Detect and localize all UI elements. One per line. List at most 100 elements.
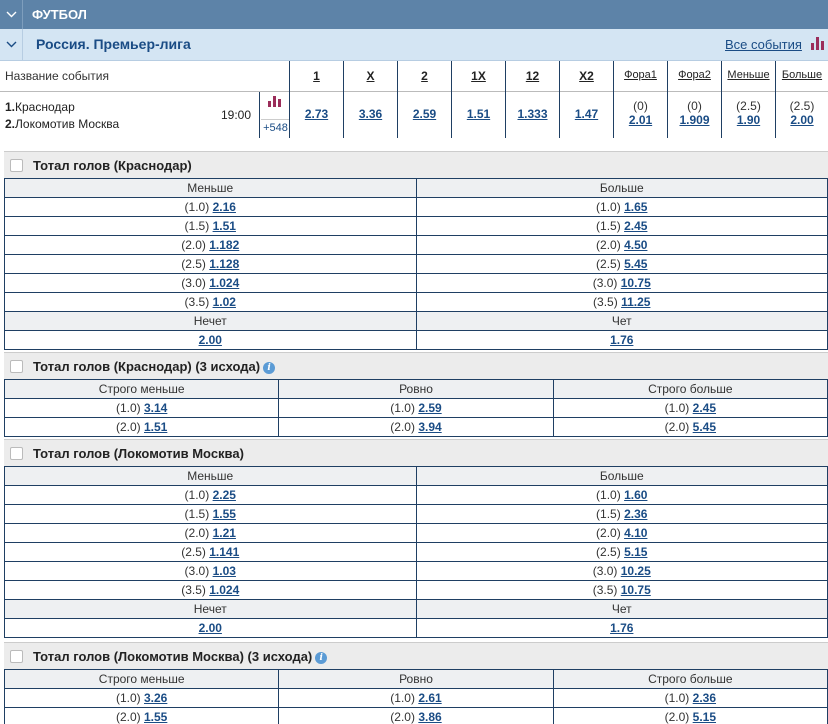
col-2[interactable]: 2 xyxy=(397,61,451,92)
odd-link[interactable]: 1.03 xyxy=(213,564,236,578)
odd-link[interactable]: 2.45 xyxy=(624,219,647,233)
odd-link[interactable]: 2.00 xyxy=(199,621,222,635)
odd-link[interactable]: 1.60 xyxy=(624,488,647,502)
col-1[interactable]: 1 xyxy=(289,61,343,92)
odd-1x[interactable]: 1.51 xyxy=(467,107,490,121)
sport-header[interactable]: ФУТБОЛ xyxy=(0,0,828,29)
market-table: Меньше Больше (1.0) 2.25 (1.0) 1.60 (1.5) … xyxy=(4,466,828,638)
collapse-league-toggle[interactable] xyxy=(0,29,23,60)
odd-link[interactable]: 1.51 xyxy=(213,219,236,233)
column-header-row: Название события 1 X 2 1X 12 X2 Фора1 Фо… xyxy=(0,61,828,92)
odd-link[interactable]: 3.14 xyxy=(144,401,167,415)
odd-link[interactable]: 1.02 xyxy=(213,295,236,309)
odd-link[interactable]: 2.59 xyxy=(418,401,441,415)
odd-link[interactable]: 3.94 xyxy=(418,420,441,434)
odd-link[interactable]: 10.75 xyxy=(621,276,651,290)
odd-fora2[interactable]: 1.909 xyxy=(679,113,709,127)
odd-link[interactable]: 1.76 xyxy=(610,621,633,635)
market-total-team2-3way: Тотал голов (Локомотив Москва) (3 исхода… xyxy=(3,642,828,724)
odd-link[interactable]: 11.25 xyxy=(621,295,650,309)
odd-link[interactable]: 4.50 xyxy=(624,238,647,252)
odd-link[interactable]: 1.55 xyxy=(213,507,236,521)
col-12[interactable]: 12 xyxy=(505,61,559,92)
odd-more[interactable]: 2.00 xyxy=(790,113,813,127)
odd-link[interactable]: 2.16 xyxy=(213,200,236,214)
all-events-link[interactable]: Все события xyxy=(725,37,802,52)
league-header[interactable]: Россия. Премьер-лига Все события xyxy=(0,29,828,61)
market-title: Тотал голов (Локомотив Москва) (3 исхода… xyxy=(33,649,328,664)
market-header[interactable]: Тотал голов (Локомотив Москва) xyxy=(4,439,828,466)
statistics-icon[interactable] xyxy=(811,37,825,50)
odd-link[interactable]: 1.128 xyxy=(209,257,239,271)
market-header[interactable]: Тотал голов (Локомотив Москва) (3 исхода… xyxy=(4,642,828,669)
chevron-down-icon xyxy=(6,11,17,18)
odd-link[interactable]: 2.36 xyxy=(693,691,716,705)
odd-link[interactable]: 3.86 xyxy=(418,710,441,724)
info-icon[interactable]: i xyxy=(263,362,276,374)
odd-link[interactable]: 1.76 xyxy=(610,333,633,347)
odd-less[interactable]: 1.90 xyxy=(737,113,760,127)
odd-link[interactable]: 5.45 xyxy=(624,257,647,271)
market-checkbox[interactable] xyxy=(10,650,23,663)
market-checkbox[interactable] xyxy=(10,447,23,460)
event-row: 1.Краснодар 2.Локомотив Москва 19:00 +54… xyxy=(0,92,828,138)
odd-fora1[interactable]: 2.01 xyxy=(629,113,652,127)
market-checkbox[interactable] xyxy=(10,360,23,373)
odd-2[interactable]: 2.59 xyxy=(413,107,436,121)
market-total-team2: Тотал голов (Локомотив Москва) Меньше Бол… xyxy=(4,439,828,638)
col-1x[interactable]: 1X xyxy=(451,61,505,92)
more-markets-count[interactable]: +548 xyxy=(261,119,290,134)
table-row: (1.5) 1.55 (1.5) 2.36 xyxy=(4,504,828,524)
event-stats-box[interactable]: +548 xyxy=(259,92,290,138)
odd-link[interactable]: 2.61 xyxy=(418,691,441,705)
statistics-icon[interactable] xyxy=(268,96,281,107)
odd-link[interactable]: 2.36 xyxy=(624,507,647,521)
table-row: (1.0) 3.26 (1.0) 2.61 (1.0) 2.36 xyxy=(3,688,828,708)
table-row: (2.0) 1.55 (2.0) 3.86 (2.0) 5.15 xyxy=(3,707,828,724)
odd-link[interactable]: 3.26 xyxy=(144,691,167,705)
chevron-down-icon xyxy=(6,41,17,48)
odd-link[interactable]: 2.45 xyxy=(693,401,716,415)
info-icon[interactable]: i xyxy=(315,652,328,664)
col-x[interactable]: X xyxy=(343,61,397,92)
market-table: Строго меньше Ровно Строго больше (1.0) 3.… xyxy=(3,669,828,724)
col-fora1[interactable]: Фора1 xyxy=(613,61,667,92)
odd-link[interactable]: 10.75 xyxy=(621,583,651,597)
odd-link[interactable]: 1.65 xyxy=(624,200,647,214)
odd-link[interactable]: 5.15 xyxy=(693,710,716,724)
odd-link[interactable]: 5.45 xyxy=(693,420,716,434)
odd-link[interactable]: 1.182 xyxy=(209,238,239,252)
odd-link[interactable]: 1.141 xyxy=(209,545,239,559)
odd-link[interactable]: 1.21 xyxy=(213,526,236,540)
column-label-odd: Нечет xyxy=(4,311,417,331)
league-title: Россия. Премьер-лига xyxy=(36,36,191,52)
collapse-sport-toggle[interactable] xyxy=(0,0,23,29)
odd-link[interactable]: 2.25 xyxy=(213,488,236,502)
event-teams[interactable]: 1.Краснодар 2.Локомотив Москва xyxy=(5,99,119,133)
odd-x[interactable]: 3.36 xyxy=(359,107,382,121)
odd-link[interactable]: 5.15 xyxy=(624,545,647,559)
col-more[interactable]: Больше xyxy=(775,61,828,92)
odd-link[interactable]: 10.25 xyxy=(621,564,651,578)
odd-1[interactable]: 2.73 xyxy=(305,107,328,121)
odd-link[interactable]: 1.024 xyxy=(209,583,239,597)
col-less[interactable]: Меньше xyxy=(721,61,775,92)
table-row: (3.0) 1.024 (3.0) 10.75 xyxy=(4,273,828,293)
odd-12[interactable]: 1.333 xyxy=(517,107,547,121)
odd-link[interactable]: 1.51 xyxy=(144,420,167,434)
table-row: (1.0) 3.14 (1.0) 2.59 (1.0) 2.45 xyxy=(3,398,828,418)
odd-link[interactable]: 1.55 xyxy=(144,710,167,724)
col-fora2[interactable]: Фора2 xyxy=(667,61,721,92)
market-checkbox[interactable] xyxy=(10,159,23,172)
odd-x2[interactable]: 1.47 xyxy=(575,107,598,121)
odd-link[interactable]: 4.10 xyxy=(624,526,647,540)
market-header[interactable]: Тотал голов (Краснодар) xyxy=(4,151,828,178)
table-row: 2.00 1.76 xyxy=(4,618,828,638)
market-total-team1-3way: Тотал голов (Краснодар) (3 исхода) i Стро… xyxy=(3,352,828,437)
col-x2[interactable]: X2 xyxy=(559,61,613,92)
odd-link[interactable]: 2.00 xyxy=(199,333,222,347)
table-row: (3.5) 1.02 (3.5) 11.25 xyxy=(4,292,828,312)
odd-link[interactable]: 1.024 xyxy=(209,276,239,290)
market-title: Тотал голов (Краснодар) xyxy=(33,158,192,173)
market-header[interactable]: Тотал голов (Краснодар) (3 исхода) i xyxy=(4,352,828,379)
